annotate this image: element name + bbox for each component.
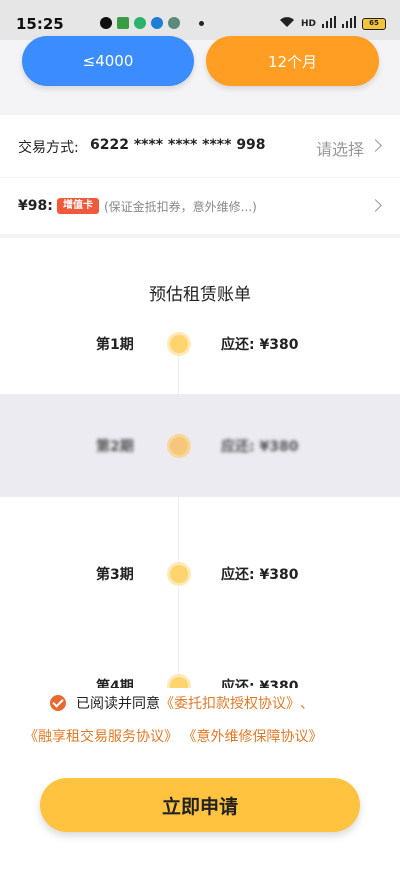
agreement-line: 《融享租交易服务协议》 《意外维修保障协议》 (24, 726, 322, 746)
timeline-dot (167, 674, 191, 688)
value-card-row[interactable]: ¥98: 增值卡 (保证金抵扣券，意外维修...) (0, 178, 400, 234)
app-q-icon (100, 17, 112, 29)
rental-bill-section: 预估租赁账单 第1期 应还: ¥380 第2期 应还: ¥380 第3期 应还:… (0, 238, 400, 688)
agree-checkbox[interactable] (50, 695, 66, 711)
bill-due: 应还: ¥380 (221, 679, 299, 688)
bill-period: 第2期 (96, 439, 134, 455)
payment-method-row[interactable]: 交易方式: 6222 **** **** **** 998 请选择 (0, 115, 400, 177)
status-bar: 15:25 HD 65 (0, 0, 400, 40)
bill-period: 第4期 (96, 679, 134, 688)
value-card-price: ¥98: (18, 198, 53, 214)
card-number: 6222 **** **** **** 998 (90, 137, 266, 153)
app-blue-icon (151, 17, 163, 29)
value-card-description: (保证金抵扣券，意外维修...) (104, 200, 257, 214)
more-notifications-icon (199, 20, 204, 26)
bill-row: 第1期 应还: ¥380 (0, 324, 400, 364)
amount-selector-button[interactable]: ≤4000 (22, 36, 194, 86)
status-right: HD 65 (279, 16, 386, 31)
agreement-section: 已阅读并同意 《委托扣款授权协议》 、 《融享租交易服务协议》 《意外维修保障协… (0, 688, 400, 758)
value-card-badge: 增值卡 (57, 198, 99, 214)
bill-period: 第1期 (96, 337, 134, 353)
footer: 立即申请 (0, 758, 400, 888)
bill-period: 第3期 (96, 567, 134, 583)
signal-icon (322, 16, 336, 31)
timeline-dot (167, 434, 191, 458)
agreement-line: 已阅读并同意 《委托扣款授权协议》 、 (50, 693, 314, 713)
app-play-icon (134, 17, 146, 29)
agreement-link-debit[interactable]: 《委托扣款授权协议》 (160, 693, 300, 713)
status-time: 15:25 (16, 15, 64, 33)
term-selector-button[interactable]: 12个月 (206, 36, 379, 86)
app-grid-icon (117, 17, 129, 29)
bill-due: 应还: ¥380 (221, 337, 299, 353)
battery-icon: 65 (362, 17, 386, 30)
agreement-separator: 、 (300, 696, 314, 712)
timeline-dot (167, 562, 191, 586)
chevron-right-icon (369, 199, 382, 212)
choose-payment-link[interactable]: 请选择 (316, 136, 364, 160)
bill-row: 第3期 应还: ¥380 (0, 554, 400, 594)
timeline-dot (167, 332, 191, 356)
blurred-overlay: 第2期 应还: ¥380 (0, 394, 400, 497)
hd-label: HD (300, 18, 316, 29)
agreement-prefix: 已阅读并同意 (76, 696, 160, 712)
agreement-link-service[interactable]: 《融享租交易服务协议》 (24, 729, 178, 745)
bill-row: 第4期 应还: ¥380 (0, 666, 400, 688)
notification-icons (100, 17, 204, 29)
bill-due: 应还: ¥380 (221, 439, 299, 455)
bill-title: 预估租赁账单 (149, 285, 251, 305)
app-shield-icon (168, 17, 180, 29)
signal-icon-2 (342, 16, 356, 31)
chevron-right-icon (369, 139, 382, 152)
payment-method-label: 交易方式: (18, 140, 79, 156)
apply-now-button[interactable]: 立即申请 (40, 778, 360, 832)
agreement-link-repair[interactable]: 《意外维修保障协议》 (182, 729, 322, 745)
wifi-icon (279, 16, 295, 31)
bill-due: 应还: ¥380 (221, 567, 299, 583)
bill-row: 第2期 应还: ¥380 (0, 426, 400, 466)
